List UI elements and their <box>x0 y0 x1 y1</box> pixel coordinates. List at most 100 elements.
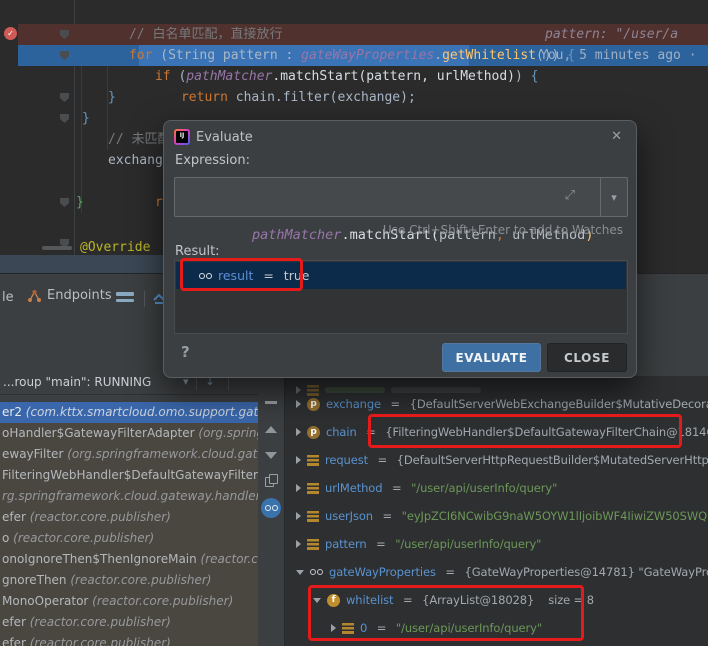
expression-input[interactable]: pathMatcher.matchStart(pattern, urlMetho… <box>174 177 628 217</box>
fold-handle-icon[interactable] <box>60 93 69 102</box>
frame-package: (com.kttx.smartcloud.omo.support.gatew <box>26 405 258 419</box>
frame-class: FilteringWebHandler$DefaultGatewayFilter… <box>2 468 258 482</box>
stack-frame[interactable]: MonoOperator (reactor.core.publisher) <box>0 591 258 612</box>
toolbar-separator <box>144 291 145 307</box>
stack-frame[interactable]: FilteringWebHandler$DefaultGatewayFilter… <box>0 465 258 486</box>
result-name: result <box>218 268 253 283</box>
fold-handle-icon[interactable] <box>60 114 69 123</box>
frame-package: (org.springframework.cloud.gatewa <box>67 447 258 461</box>
variable-row-urlmethod[interactable]: urlMethod = "/user/api/userInfo/query" <box>285 477 708 499</box>
close-brace-if: } <box>108 87 116 108</box>
toolwindow-header-strip <box>0 255 163 273</box>
chevron-right-icon[interactable] <box>296 484 301 492</box>
code-text: chain.filter(exchange); <box>228 90 416 105</box>
breakpoint-icon[interactable]: ✓ <box>4 27 17 40</box>
stack-frame[interactable]: efer (reactor.core.publisher) <box>0 633 258 646</box>
variable-row-request[interactable]: request = {DefaultServerHttpRequestBuild… <box>285 449 708 471</box>
variable-value: "/user/api/userInfo/query" <box>396 621 542 635</box>
variable-row-userjson[interactable]: userJson = "eyJpZCI6NCwibG9naW5OYW1lIjoi… <box>285 505 708 527</box>
equals: = <box>442 565 459 579</box>
chevron-right-icon[interactable] <box>296 400 301 408</box>
chevron-right-icon[interactable] <box>296 540 301 548</box>
variable-value: {DefaultServerWebExchangeBuilder$Mutativ… <box>410 397 708 411</box>
chevron-right-icon[interactable] <box>296 428 301 436</box>
frame-class: MonoOperator <box>2 594 92 608</box>
fold-handle-icon[interactable] <box>60 198 69 207</box>
evaluate-button[interactable]: EVALUATE <box>442 343 541 372</box>
frame-package: (reactor.core.publisher) <box>30 636 171 646</box>
expand-editor-icon[interactable]: ⤢ <box>565 188 575 203</box>
stack-frame[interactable]: efer (reactor.core.publisher) <box>0 612 258 633</box>
parameter-icon: p <box>307 426 320 439</box>
layout-settings-icon[interactable] <box>116 292 134 305</box>
watches-badge-icon[interactable] <box>261 498 281 518</box>
remove-icon[interactable] <box>265 401 277 404</box>
variable-row-whitelist[interactable]: f whitelist = {ArrayList@18028}size = 8 <box>285 589 708 611</box>
equals: = <box>379 509 396 523</box>
variable-row-chain[interactable]: p chain = {FilteringWebHandler$DefaultGa… <box>285 421 708 443</box>
result-equals: = <box>259 268 277 283</box>
collapsed-region-pill[interactable] <box>42 246 72 250</box>
code-line-comment: // 白名单匹配，直接放行 <box>82 3 282 24</box>
frame-class: o <box>2 531 13 545</box>
stack-frame[interactable]: ewayFilter (org.springframework.cloud.ga… <box>0 444 258 465</box>
frame-class: efer <box>2 510 30 524</box>
tab-endpoints-label: Endpoints <box>47 288 112 303</box>
result-label: Result: <box>175 244 220 259</box>
chevron-down-icon[interactable] <box>296 570 304 575</box>
value-icon <box>307 539 319 550</box>
variable-row-exchange[interactable]: p exchange = {DefaultServerWebExchangeBu… <box>285 393 708 415</box>
variable-value: {DefaultServerHttpRequestBuilder$Mutated… <box>397 453 708 467</box>
value-icon <box>307 483 319 494</box>
copy-frames-icon[interactable] <box>265 474 278 487</box>
chevron-right-icon[interactable] <box>296 512 301 520</box>
code-line-return: return chain.filter(exchange); <box>134 66 416 87</box>
variable-name: userJson <box>325 509 373 523</box>
equals: = <box>374 453 391 467</box>
evaluate-dialog: IJ Evaluate ✕ Expression: pathMatcher.ma… <box>163 120 637 378</box>
variables-panel: p exchange = {DefaultServerWebExchangeBu… <box>285 376 708 646</box>
frame-package: (reactor.core.publisher) <box>30 615 171 629</box>
tab-console-partial[interactable]: le <box>2 290 14 305</box>
result-row[interactable]: result = true <box>176 262 626 289</box>
help-icon[interactable]: ? <box>181 343 190 361</box>
variable-name: exchange <box>326 397 381 411</box>
equals: = <box>363 425 380 439</box>
dialog-title: Evaluate <box>196 130 253 145</box>
variable-row-pattern[interactable]: pattern = "/user/api/userInfo/query" <box>285 533 708 555</box>
variable-row-index0[interactable]: 0 = "/user/api/userInfo/query" <box>285 617 708 639</box>
close-icon[interactable]: ✕ <box>611 129 622 144</box>
stack-frame[interactable]: oHandler$GatewayFilterAdapter (org.sprin… <box>0 423 258 444</box>
variable-row-gatewayproperties[interactable]: gateWayProperties = {GateWayProperties@1… <box>285 561 708 583</box>
move-up-icon[interactable] <box>265 426 277 433</box>
watch-icon <box>199 273 212 279</box>
move-down-icon[interactable] <box>265 452 277 459</box>
stack-frame[interactable]: er2 (com.kttx.smartcloud.omo.support.gat… <box>0 402 258 423</box>
chevron-right-icon[interactable] <box>296 456 301 464</box>
close-button[interactable]: CLOSE <box>547 343 627 372</box>
expression-history-dropdown[interactable]: ▾ <box>600 178 627 216</box>
field-icon: f <box>327 594 340 607</box>
parameter-icon: p <box>307 398 320 411</box>
chevron-down-icon[interactable] <box>313 598 321 603</box>
open-brace: { <box>531 69 539 84</box>
stack-frame[interactable]: efer (reactor.core.publisher) <box>0 507 258 528</box>
equals: = <box>373 537 390 551</box>
equals: = <box>388 481 405 495</box>
intellij-logo-icon: IJ <box>174 129 190 145</box>
frame-class: ewayFilter <box>2 447 67 461</box>
stack-frame[interactable]: gnoreThen (reactor.core.publisher) <box>0 570 258 591</box>
chevron-right-icon[interactable] <box>331 624 336 632</box>
frame-class: efer <box>2 615 30 629</box>
ide-window: ✓ // 白名单匹配，直接放行 for (String pattern : ga… <box>0 0 708 646</box>
frame-package: (reactor.core.publisher) <box>30 510 171 524</box>
stack-frame[interactable]: o (reactor.core.publisher) <box>0 528 258 549</box>
variable-name: 0 <box>360 621 367 635</box>
stack-frame[interactable]: rg.springframework.cloud.gateway.handler… <box>0 486 258 507</box>
variable-value: {FilteringWebHandler$DefaultGatewayFilte… <box>385 425 708 439</box>
variable-name: gateWayProperties <box>329 565 436 579</box>
tab-endpoints[interactable]: Endpoints <box>27 288 112 303</box>
frame-package: (reactor.co <box>201 552 258 566</box>
value-icon <box>342 623 354 634</box>
stack-frame[interactable]: onoIgnoreThen$ThenIgnoreMain (reactor.co <box>0 549 258 570</box>
